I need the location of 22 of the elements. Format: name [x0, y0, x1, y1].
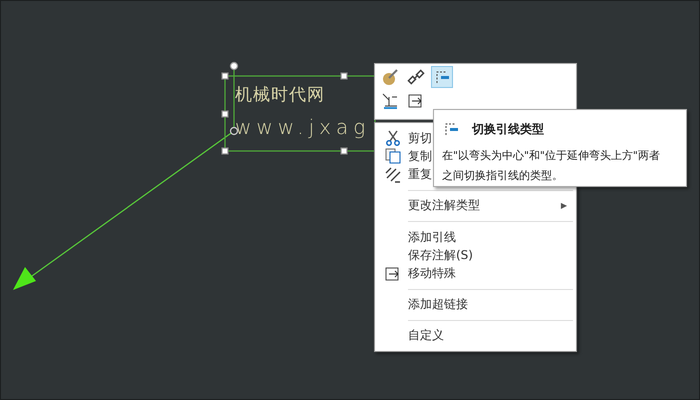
menu-item[interactable]: 添加引线 [408, 228, 456, 246]
format-icon [385, 166, 401, 183]
menu-item[interactable]: 重复 [408, 166, 432, 184]
toolbar-button[interactable] [431, 66, 453, 88]
menu-item[interactable]: 剪切 [408, 130, 432, 147]
chain-icon [407, 68, 425, 86]
annotation-text: 机械时代网 [235, 85, 325, 106]
annotation-text: www.jxag [235, 115, 370, 139]
brush-icon [381, 68, 399, 86]
scissors-icon [385, 130, 401, 146]
attach-leader-icon [381, 92, 399, 110]
submenu-arrow: ▶ [560, 201, 567, 210]
menu-item[interactable]: 保存注解(S) [408, 246, 473, 264]
tooltip-text: 在"以弯头为中心"和"位于延伸弯头上方"两者 [442, 148, 660, 164]
menu-item[interactable]: 添加超链接 [408, 296, 468, 314]
menu-item[interactable]: 自定义 [408, 327, 444, 344]
tooltip-title: 切换引线类型 [472, 120, 544, 138]
menu-item[interactable]: 移动特殊 [408, 265, 456, 282]
menu-item[interactable]: 复制 [408, 148, 432, 165]
copy-icon [385, 148, 401, 164]
menu-item[interactable]: 更改注解类型 [408, 197, 480, 214]
tooltip-text: 之间切换指引线的类型。 [442, 168, 563, 184]
